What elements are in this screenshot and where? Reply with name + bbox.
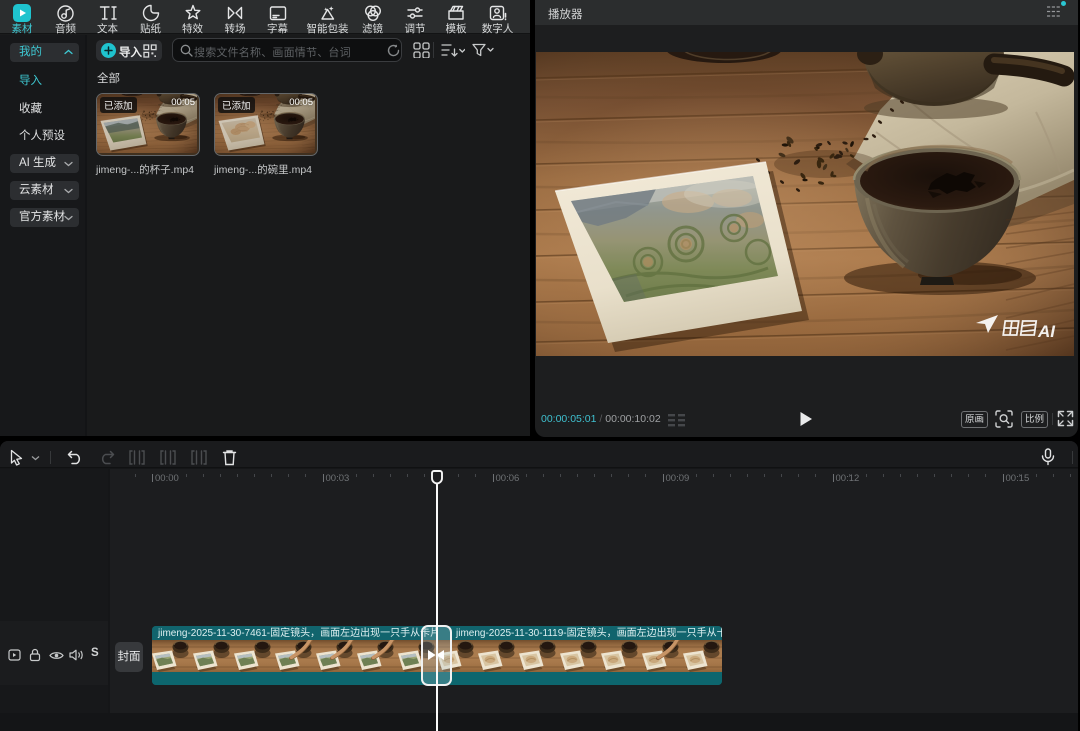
svg-text:AI: AI bbox=[1037, 322, 1056, 341]
